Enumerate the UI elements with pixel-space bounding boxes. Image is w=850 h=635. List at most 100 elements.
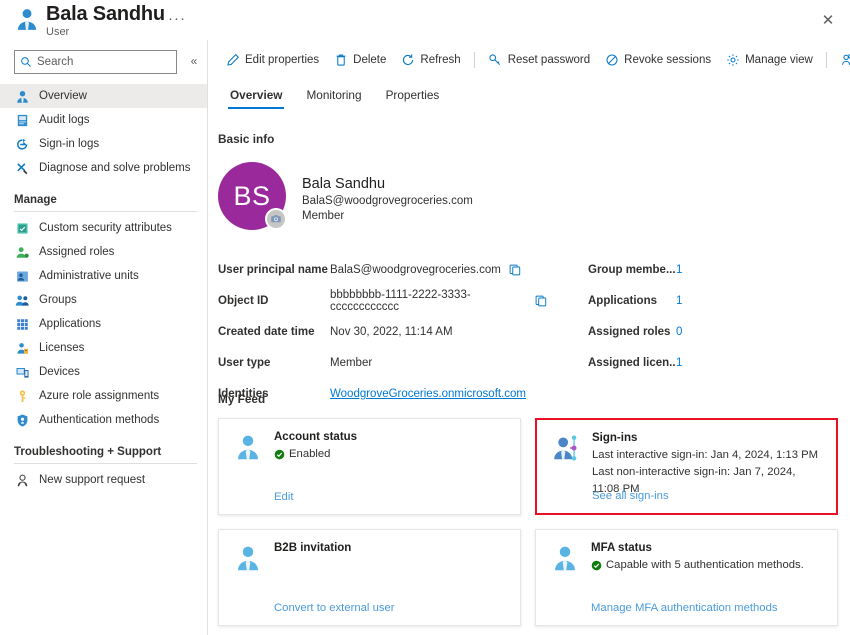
card-status-text: Capable with 5 authentication methods.: [606, 557, 804, 574]
card-header: MFA status Capable with 5 authentication…: [550, 542, 823, 574]
stat-key: Assigned licen...: [588, 357, 676, 369]
person-blue-icon: [550, 543, 580, 573]
stat-value[interactable]: 0: [676, 326, 682, 338]
attribute-icon: [14, 220, 30, 236]
key-icon: [14, 388, 30, 404]
copy-icon[interactable]: [534, 294, 548, 308]
refresh-button[interactable]: Refresh: [393, 47, 467, 73]
sidebar-search-row: Search «: [14, 50, 200, 74]
sidebar-item-label: Administrative units: [39, 270, 139, 282]
user-properties-list: User principal name BalaS@woodgrovegroce…: [218, 258, 548, 413]
azure-user-overview-blade: Bala Sandhu ··· User ✕ Search «: [0, 0, 850, 635]
card-body: MFA status Capable with 5 authentication…: [591, 542, 804, 574]
reset-password-button[interactable]: Reset password: [481, 47, 597, 73]
card-body: Sign-ins Last interactive sign-in: Jan 4…: [592, 432, 822, 498]
identities-link[interactable]: WoodgroveGroceries.onmicrosoft.com: [330, 388, 526, 400]
camera-icon[interactable]: [265, 208, 287, 230]
sidebar-item-new-support-request[interactable]: New support request: [0, 468, 207, 492]
sidebar-item-label: Overview: [39, 90, 87, 102]
sidebar-item-devices[interactable]: Devices: [0, 360, 207, 384]
key-reset-icon: [488, 53, 503, 68]
command-label: Delete: [353, 54, 386, 66]
command-label: Refresh: [420, 54, 460, 66]
got-feedback-button[interactable]: Got feedback?: [833, 47, 850, 73]
command-label: Reset password: [508, 54, 590, 66]
sidebar-item-label: Custom security attributes: [39, 222, 172, 234]
block-icon: [604, 53, 619, 68]
signins-graph-icon: [551, 433, 581, 463]
card-link-edit[interactable]: Edit: [274, 491, 293, 503]
card-link-manage-mfa-authentication-methods[interactable]: Manage MFA authentication methods: [591, 602, 778, 614]
sidebar-item-overview[interactable]: Overview: [0, 84, 207, 108]
person-blue-icon: [233, 543, 263, 573]
sidebar-item-custom-security-attributes[interactable]: Custom security attributes: [0, 216, 207, 240]
my-feed-cards: Account status Enabled: [218, 418, 838, 635]
sidebar-item-azure-role-assignments[interactable]: Azure role assignments: [0, 384, 207, 408]
sidebar-item-applications[interactable]: Applications: [0, 312, 207, 336]
edit-properties-button[interactable]: Edit properties: [218, 47, 326, 73]
stat-row: Applications 1: [588, 289, 838, 313]
check-circle-icon: [591, 560, 602, 571]
basic-info-heading: Basic info: [218, 132, 274, 146]
sidebar-item-administrative-units[interactable]: Administrative units: [0, 264, 207, 288]
card-link-see-all-sign-ins[interactable]: See all sign-ins: [592, 490, 669, 502]
sidebar-item-groups[interactable]: Groups: [0, 288, 207, 312]
sidebar-item-label: Assigned roles: [39, 246, 114, 258]
stat-value[interactable]: 1: [676, 295, 682, 307]
card-link-convert-to-external-user[interactable]: Convert to external user: [274, 602, 395, 614]
sidebar-item-label: Audit logs: [39, 114, 90, 126]
property-row: Object ID bbbbbbbb-1111-2222-3333-cccccc…: [218, 289, 548, 313]
collapse-sidebar-button[interactable]: «: [186, 52, 202, 70]
profile-email: BalaS@woodgrovegroceries.com: [302, 195, 473, 207]
stat-value[interactable]: 1: [676, 264, 682, 276]
card-status-text: Enabled: [289, 446, 330, 463]
card-row: Account status Enabled: [218, 418, 838, 515]
header-more-menu[interactable]: ···: [168, 10, 186, 27]
tab-properties[interactable]: Properties: [374, 84, 452, 109]
manage-view-button[interactable]: Manage view: [718, 47, 820, 73]
card-account-status[interactable]: Account status Enabled: [218, 418, 521, 515]
property-key: Created date time: [218, 326, 330, 338]
tab-overview[interactable]: Overview: [218, 84, 294, 109]
sidebar-item-audit-logs[interactable]: Audit logs: [0, 108, 207, 132]
tab-monitoring[interactable]: Monitoring: [294, 84, 373, 109]
search-icon: [20, 56, 32, 68]
stat-row: Group membe... 1: [588, 258, 838, 282]
card-mfa-status[interactable]: MFA status Capable with 5 authentication…: [535, 529, 838, 626]
user-icon: [14, 88, 30, 104]
search-input[interactable]: Search: [14, 50, 177, 74]
log-icon: [14, 112, 30, 128]
sidebar-item-licenses[interactable]: Licenses: [0, 336, 207, 360]
delete-button[interactable]: Delete: [326, 47, 393, 73]
sidebar-item-diagnose-and-solve-problems[interactable]: Diagnose and solve problems: [0, 156, 207, 180]
card-header: Sign-ins Last interactive sign-in: Jan 4…: [551, 432, 822, 498]
sidebar-nav: Overview Audit logs: [0, 84, 207, 492]
check-circle-icon: [274, 449, 285, 460]
card-status-line: Capable with 5 authentication methods.: [591, 557, 804, 574]
sidebar-item-authentication-methods[interactable]: Authentication methods: [0, 408, 207, 432]
card-sign-ins[interactable]: Sign-ins Last interactive sign-in: Jan 4…: [535, 418, 838, 515]
search-placeholder: Search: [37, 56, 73, 68]
profile-name: Bala Sandhu: [302, 176, 473, 192]
card-b2b-invitation[interactable]: B2B invitation Convert to external user: [218, 529, 521, 626]
close-icon[interactable]: ✕: [814, 6, 842, 34]
property-value: bbbbbbbb-1111-2222-3333-cccccccccccc: [330, 289, 527, 313]
command-bar: Edit properties Delete: [208, 46, 850, 74]
sidebar-item-label: Authentication methods: [39, 414, 159, 426]
card-status-line: Enabled: [274, 446, 357, 463]
profile-user-type: Member: [302, 210, 473, 222]
gear-icon: [725, 53, 740, 68]
license-icon: [14, 340, 30, 356]
sidebar-item-assigned-roles[interactable]: Assigned roles: [0, 240, 207, 264]
property-value: Nov 30, 2022, 11:14 AM: [330, 326, 453, 338]
stat-value[interactable]: 1: [676, 357, 682, 369]
copy-icon[interactable]: [508, 263, 522, 277]
stat-key: Assigned roles: [588, 326, 676, 338]
property-row: Created date time Nov 30, 2022, 11:14 AM: [218, 320, 548, 344]
sidebar-item-sign-in-logs[interactable]: Sign-in logs: [0, 132, 207, 156]
signin-icon: [14, 136, 30, 152]
card-title: B2B invitation: [274, 542, 351, 554]
card-row: B2B invitation Convert to external user: [218, 529, 838, 626]
revoke-sessions-button[interactable]: Revoke sessions: [597, 47, 718, 73]
content-area: Edit properties Delete: [208, 40, 850, 635]
